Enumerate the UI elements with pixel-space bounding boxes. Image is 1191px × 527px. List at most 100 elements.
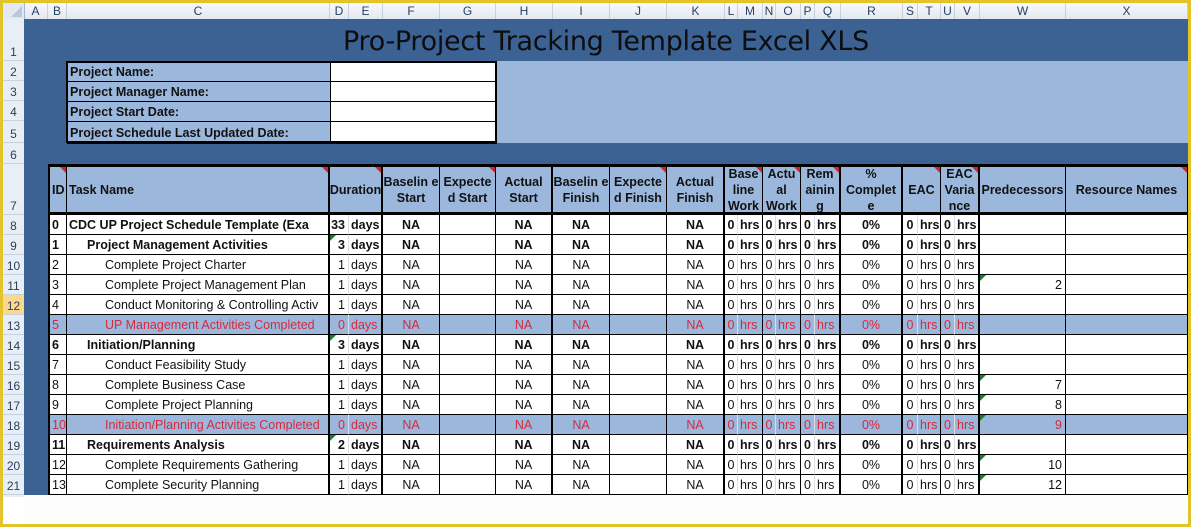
cell-task[interactable]: Complete Security Planning	[67, 475, 330, 495]
column-heading-pct-complete[interactable]: % Complet e	[841, 164, 903, 215]
cell-as[interactable]: NA	[496, 295, 553, 315]
column-header-c[interactable]: C	[67, 3, 330, 19]
cell-bs[interactable]: NA	[383, 375, 440, 395]
cell-es[interactable]	[440, 335, 496, 355]
cell-rem[interactable]: 0	[801, 255, 815, 275]
cell-pct[interactable]: 0%	[841, 375, 903, 395]
row-header-8[interactable]: 8	[3, 215, 24, 235]
cell-eac-u[interactable]: hrs	[918, 395, 941, 415]
comment-indicator-icon[interactable]	[1181, 167, 1187, 173]
cell-rem-u[interactable]: hrs	[815, 435, 841, 455]
cell-dur-unit[interactable]: days	[349, 375, 383, 395]
cell-pct[interactable]: 0%	[841, 335, 903, 355]
cell-var[interactable]: 0	[941, 315, 955, 335]
row-header-14[interactable]: 14	[3, 335, 24, 355]
comment-indicator-icon[interactable]	[322, 167, 328, 173]
cell-aw[interactable]: 0	[763, 335, 776, 355]
cell-es[interactable]	[440, 395, 496, 415]
cell-bf[interactable]: NA	[553, 275, 610, 295]
cell-var[interactable]: 0	[941, 215, 955, 235]
row-header-1[interactable]: 1	[3, 19, 24, 61]
cell-var[interactable]: 0	[941, 395, 955, 415]
cell-res[interactable]	[1066, 395, 1188, 415]
cell-es[interactable]	[440, 315, 496, 335]
cell-rem[interactable]: 0	[801, 375, 815, 395]
cell-as[interactable]: NA	[496, 355, 553, 375]
cell-pct[interactable]: 0%	[841, 315, 903, 335]
cell-bw[interactable]: 0	[725, 215, 738, 235]
cell-id[interactable]: 4	[48, 295, 67, 315]
cell-pred[interactable]: 9	[980, 415, 1066, 435]
cell-bw-u[interactable]: hrs	[738, 475, 763, 495]
column-header-p[interactable]: P	[801, 3, 815, 19]
cell-eac-u[interactable]: hrs	[918, 295, 941, 315]
cell-rem[interactable]: 0	[801, 415, 815, 435]
comment-indicator-icon[interactable]	[934, 167, 940, 173]
cell-eac[interactable]: 0	[903, 375, 918, 395]
column-header-x[interactable]: X	[1066, 3, 1188, 19]
cell-bw-u[interactable]: hrs	[738, 275, 763, 295]
cell-as[interactable]: NA	[496, 455, 553, 475]
cell-task[interactable]: UP Management Activities Completed	[67, 315, 330, 335]
cell-var[interactable]: 0	[941, 235, 955, 255]
cell-eac-u[interactable]: hrs	[918, 255, 941, 275]
cell-es[interactable]	[440, 255, 496, 275]
cell-dur-unit[interactable]: days	[349, 455, 383, 475]
error-indicator-icon[interactable]	[980, 375, 986, 381]
cell-aw[interactable]: 0	[763, 355, 776, 375]
column-header-i[interactable]: I	[553, 3, 610, 19]
cell-aw[interactable]: 0	[763, 215, 776, 235]
error-indicator-icon[interactable]	[980, 395, 986, 401]
cell-dur[interactable]: 1	[330, 295, 349, 315]
cell-var-u[interactable]: hrs	[955, 315, 980, 335]
cell-bw[interactable]: 0	[725, 415, 738, 435]
cell-dur-unit[interactable]: days	[349, 475, 383, 495]
cell-as[interactable]: NA	[496, 255, 553, 275]
column-heading-baseline-work[interactable]: Base line Work	[725, 164, 763, 215]
cell-af[interactable]: NA	[667, 235, 725, 255]
cell-pct[interactable]: 0%	[841, 235, 903, 255]
cell-dur-unit[interactable]: days	[349, 255, 383, 275]
cell-bs[interactable]: NA	[383, 235, 440, 255]
cell-rem[interactable]: 0	[801, 335, 815, 355]
cell-es[interactable]	[440, 435, 496, 455]
cell-aw-u[interactable]: hrs	[776, 455, 801, 475]
error-indicator-icon[interactable]	[330, 235, 336, 241]
cell-bw[interactable]: 0	[725, 315, 738, 335]
cell-bw-u[interactable]: hrs	[738, 215, 763, 235]
column-heading-baseline-start[interactable]: Baselin e Start	[383, 164, 440, 215]
cell-eac-u[interactable]: hrs	[918, 475, 941, 495]
cell-bf[interactable]: NA	[553, 315, 610, 335]
cell-bs[interactable]: NA	[383, 295, 440, 315]
column-header-u[interactable]: U	[941, 3, 955, 19]
error-indicator-icon[interactable]	[980, 415, 986, 421]
cell-res[interactable]	[1066, 375, 1188, 395]
cell-res[interactable]	[1066, 435, 1188, 455]
cell-eac[interactable]: 0	[903, 275, 918, 295]
cell-dur-unit[interactable]: days	[349, 235, 383, 255]
cell-es[interactable]	[440, 455, 496, 475]
cell-ef[interactable]	[610, 435, 667, 455]
cell-aw-u[interactable]: hrs	[776, 435, 801, 455]
cell-bw[interactable]: 0	[725, 255, 738, 275]
cell-task[interactable]: CDC UP Project Schedule Template (Exa	[67, 215, 330, 235]
column-header-b[interactable]: B	[48, 3, 67, 19]
error-indicator-icon[interactable]	[330, 335, 336, 341]
cell-pct[interactable]: 0%	[841, 255, 903, 275]
project-info-value-field[interactable]	[330, 81, 497, 102]
select-all-button[interactable]	[3, 3, 25, 19]
cell-pred[interactable]: 12	[980, 475, 1066, 495]
cell-bs[interactable]: NA	[383, 315, 440, 335]
cell-id[interactable]: 3	[48, 275, 67, 295]
comment-indicator-icon[interactable]	[756, 167, 762, 173]
cell-es[interactable]	[440, 235, 496, 255]
cell-af[interactable]: NA	[667, 255, 725, 275]
cell-pred[interactable]	[980, 235, 1066, 255]
column-heading-task-name[interactable]: Task Name	[67, 164, 330, 215]
cell-aw-u[interactable]: hrs	[776, 355, 801, 375]
cell-bf[interactable]: NA	[553, 215, 610, 235]
cell-var[interactable]: 0	[941, 375, 955, 395]
cell-pred[interactable]	[980, 215, 1066, 235]
project-info-value-field[interactable]	[330, 101, 497, 122]
row-header-9[interactable]: 9	[3, 235, 24, 255]
